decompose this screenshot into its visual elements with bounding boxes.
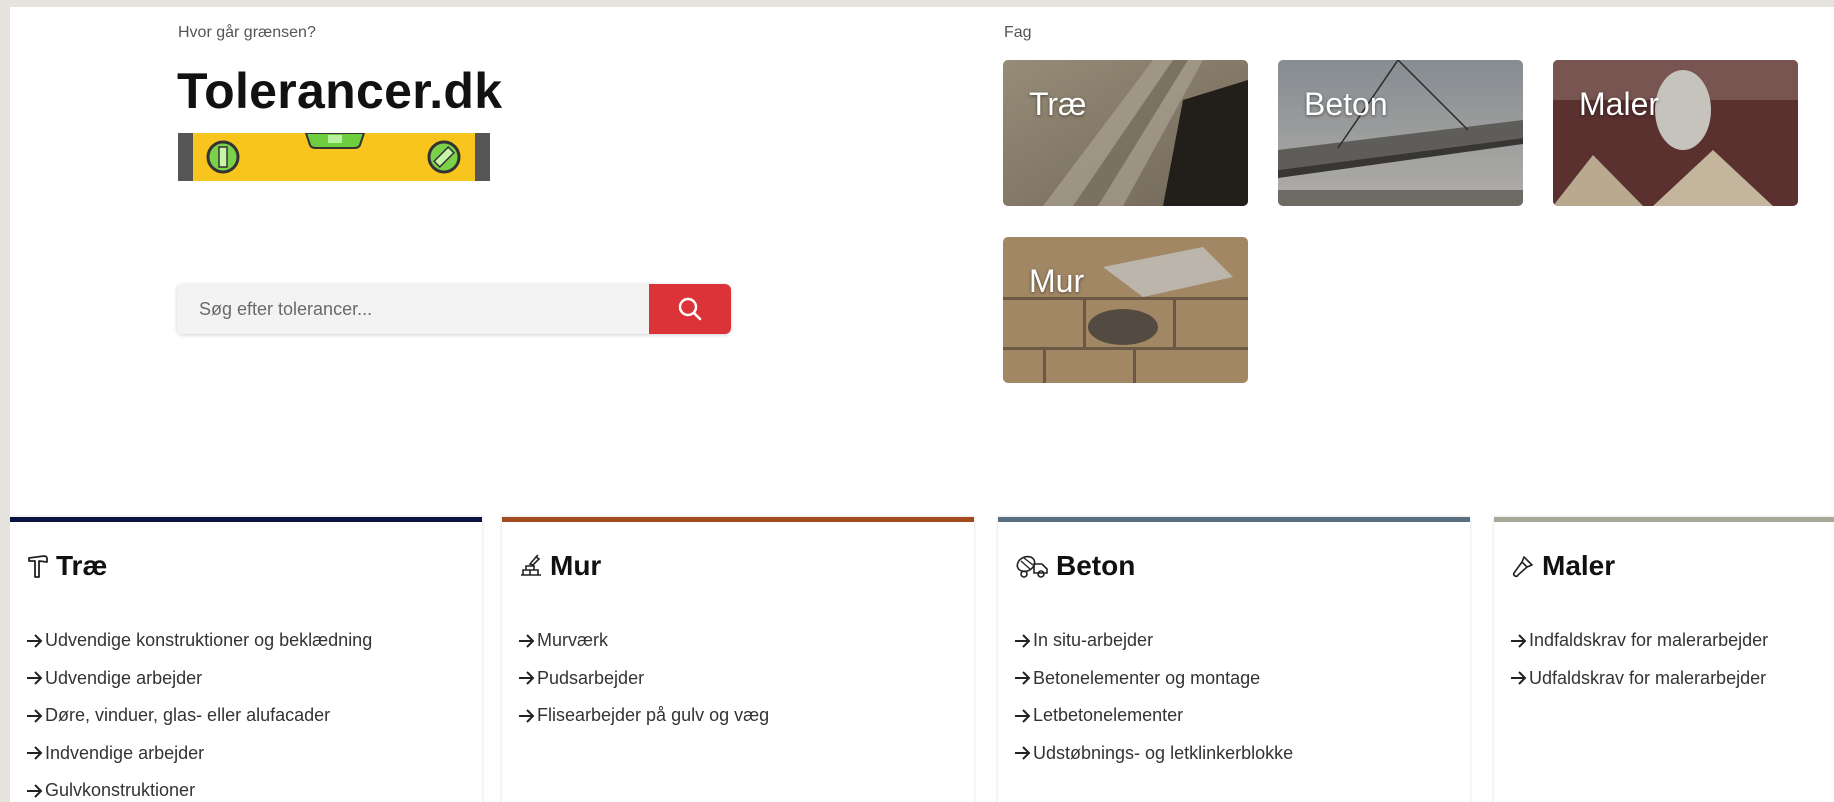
paint-brush-icon [1512, 556, 1533, 578]
arrow-right-icon [1015, 634, 1031, 648]
fag-card-beton[interactable]: Beton [1278, 60, 1523, 206]
arrow-right-icon [519, 709, 535, 723]
fag-label: Fag [1004, 24, 1032, 41]
arrow-right-icon [1511, 671, 1527, 685]
arrow-right-icon [27, 709, 43, 723]
category-title: Beton [1056, 550, 1136, 581]
spirit-level-icon [178, 133, 490, 181]
arrow-right-icon [1015, 709, 1031, 723]
mur-photo [1003, 237, 1248, 383]
category-title: Træ [56, 550, 108, 581]
tagline: Hvor går grænsen? [178, 24, 316, 41]
category-links: Murværk Pudsarbejder Flisearbejder på gu… [518, 622, 769, 735]
arrow-right-icon [27, 746, 43, 760]
category-links: In situ-arbejder Betonelementer og monta… [1014, 622, 1293, 772]
category-links: Udvendige konstruktioner og beklædning U… [26, 622, 372, 802]
category-trae: Træ Udvendige konstruktioner og beklædni… [10, 517, 482, 802]
arrow-right-icon [27, 634, 43, 648]
trae-photo [1003, 60, 1248, 206]
arrow-right-icon [519, 671, 535, 685]
fag-card-label: Træ [1029, 86, 1087, 122]
fag-card-label: Maler [1579, 86, 1660, 122]
category-link[interactable]: Udvendige arbejder [26, 660, 372, 698]
category-link[interactable]: Udfaldskrav for malerarbejder [1510, 660, 1768, 698]
category-mur: Mur Murværk Pudsarbejder Flisearbejder p… [502, 517, 974, 802]
beton-photo [1278, 60, 1523, 206]
search-button[interactable] [649, 284, 731, 334]
arrow-right-icon [27, 784, 43, 798]
arrow-right-icon [27, 671, 43, 685]
site-title[interactable]: Tolerancer.dk [177, 62, 502, 120]
category-header[interactable]: Maler [1510, 550, 1615, 582]
category-header[interactable]: Mur [518, 550, 601, 582]
search-input[interactable] [177, 284, 649, 334]
category-title: Maler [1542, 550, 1616, 581]
category-link[interactable]: Murværk [518, 622, 769, 660]
maler-photo [1553, 60, 1798, 206]
arrow-right-icon [1511, 634, 1527, 648]
category-link[interactable]: Udstøbnings- og letklinkerblokke [1014, 735, 1293, 773]
fag-card-trae[interactable]: Træ [1003, 60, 1248, 206]
arrow-right-icon [1015, 671, 1031, 685]
category-links: Indfaldskrav for malerarbejder Udfaldskr… [1510, 622, 1768, 697]
fag-card-mur[interactable]: Mur [1003, 237, 1248, 383]
category-link[interactable]: Letbetonelementer [1014, 697, 1293, 735]
category-beton: Beton In situ-arbejder Betonelementer og… [998, 517, 1470, 802]
category-maler: Maler Indfaldskrav for malerarbejder Udf… [1494, 517, 1834, 802]
trowel-bricks-icon [521, 554, 541, 576]
hammer-icon [28, 555, 48, 578]
category-link[interactable]: Døre, vinduer, glas- eller alufacader [26, 697, 372, 735]
category-link[interactable]: Udvendige konstruktioner og beklædning [26, 622, 372, 660]
category-link[interactable]: Betonelementer og montage [1014, 660, 1293, 698]
category-link[interactable]: Indvendige arbejder [26, 735, 372, 773]
cement-mixer-icon [1016, 555, 1048, 578]
category-header[interactable]: Træ [26, 550, 107, 582]
fag-card-label: Mur [1029, 263, 1085, 299]
search-bar [177, 284, 731, 334]
category-link[interactable]: Indfaldskrav for malerarbejder [1510, 622, 1768, 660]
arrow-right-icon [519, 634, 535, 648]
fag-card-maler[interactable]: Maler [1553, 60, 1798, 206]
search-icon [678, 297, 702, 321]
category-title: Mur [550, 550, 602, 581]
category-link[interactable]: Flisearbejder på gulv og væg [518, 697, 769, 735]
fag-card-label: Beton [1304, 86, 1388, 122]
category-link[interactable]: In situ-arbejder [1014, 622, 1293, 660]
category-header[interactable]: Beton [1014, 550, 1135, 582]
page: Hvor går grænsen? Tolerancer.dk Fag [10, 7, 1834, 802]
category-link[interactable]: Pudsarbejder [518, 660, 769, 698]
category-link[interactable]: Gulvkonstruktioner [26, 772, 372, 802]
arrow-right-icon [1015, 746, 1031, 760]
